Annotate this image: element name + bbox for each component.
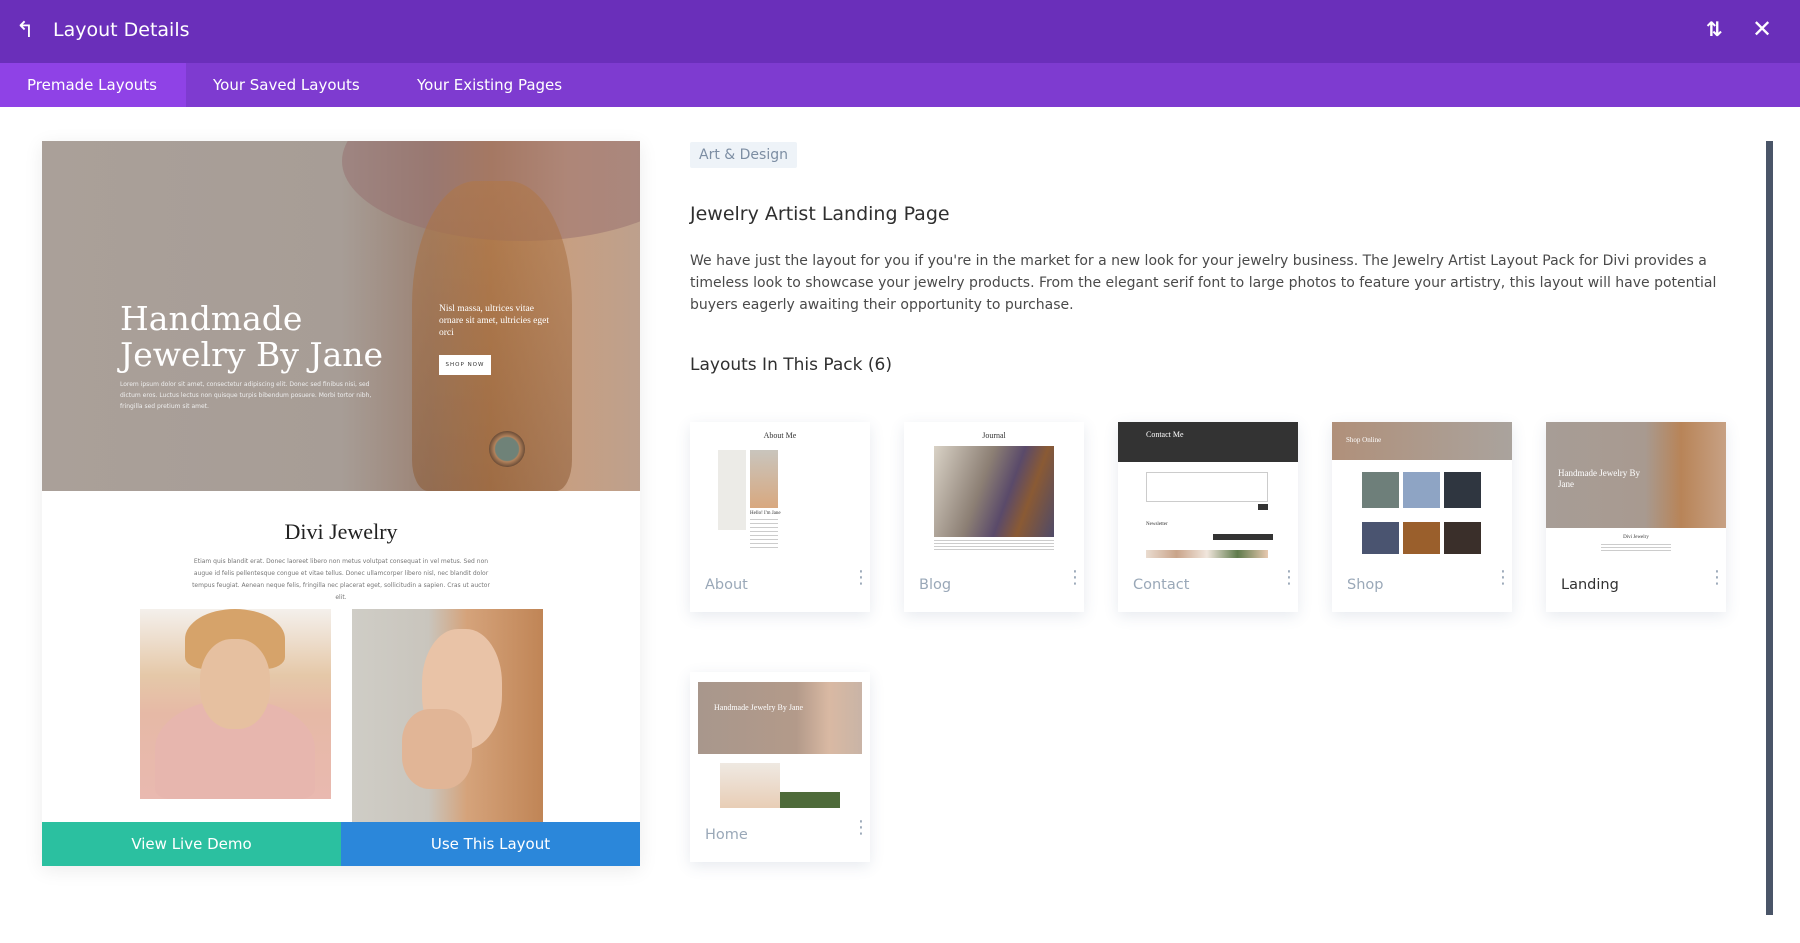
scrollbar[interactable]	[1766, 141, 1773, 915]
tab-bar: Premade Layouts Your Saved Layouts Your …	[0, 63, 1800, 107]
thumb-subtitle: Newsletter	[1146, 522, 1168, 527]
layout-preview: Handmade Jewelry By Jane Lorem ipsum dol…	[42, 141, 640, 866]
thumb-subtitle: Divi Jewelry	[1623, 535, 1649, 540]
layout-title: Jewelry Artist Landing Page	[690, 203, 950, 225]
thumbnail: Handmade Jewelry By Jane Divi Jewelry	[1546, 422, 1726, 558]
thumb-product	[1444, 472, 1481, 508]
thumbnail: Contact Me Newsletter	[1118, 422, 1298, 558]
vertical-dots-icon[interactable]: ⋮	[852, 819, 870, 837]
view-live-demo-button[interactable]: View Live Demo	[42, 822, 341, 866]
layout-card-shop[interactable]: Shop Online Shop ⋮	[1332, 422, 1512, 612]
card-label: Shop	[1347, 577, 1384, 593]
thumb-subtitle: Hello! I'm Jane	[750, 511, 781, 516]
thumb-subscribe	[1213, 534, 1273, 540]
card-label: Blog	[919, 577, 952, 593]
hero-image: Handmade Jewelry By Jane Lorem ipsum dol…	[42, 141, 640, 491]
hand-shape	[402, 709, 472, 789]
layout-card-landing[interactable]: Handmade Jewelry By Jane Divi Jewelry La…	[1546, 422, 1726, 612]
vertical-dots-icon[interactable]: ⋮	[1494, 569, 1512, 587]
thumb-photo	[750, 450, 778, 508]
thumb-form	[1146, 472, 1268, 502]
header-bar: ↰ Layout Details ⇅ ✕	[0, 0, 1800, 63]
layout-card-home[interactable]: Handmade Jewelry By Jane Home ⋮	[690, 672, 870, 862]
thumb-dark-header	[1118, 422, 1298, 462]
tab-saved-layouts[interactable]: Your Saved Layouts	[186, 63, 387, 107]
section-title: Divi Jewelry	[284, 519, 398, 544]
tab-premade-layouts[interactable]: Premade Layouts	[0, 63, 186, 107]
thumb-title: Shop Online	[1346, 436, 1382, 444]
thumb-photo	[934, 446, 1054, 537]
thumb-title: Contact Me	[1146, 430, 1184, 439]
card-label: Home	[705, 827, 748, 843]
ring-shape	[489, 431, 525, 467]
vertical-dots-icon[interactable]: ⋮	[1066, 569, 1084, 587]
thumb-title: Handmade Jewelry By Jane	[1558, 468, 1640, 489]
shop-now-button: SHOP NOW	[439, 355, 491, 375]
thumb-product	[1362, 522, 1399, 554]
thumb-text-lines	[1601, 544, 1671, 552]
card-label: Landing	[1561, 577, 1619, 593]
thumb-title: Journal	[982, 431, 1006, 440]
thumb-photo	[720, 763, 780, 808]
thumb-photo	[780, 792, 840, 808]
pack-title: Layouts In This Pack (6)	[690, 355, 892, 375]
photo-woman-hat	[140, 609, 331, 799]
thumb-product	[1403, 522, 1440, 554]
thumb-strip	[1146, 550, 1268, 558]
thumb-title: About Me	[763, 431, 797, 440]
thumb-hero	[698, 682, 862, 754]
thumbnail: Handmade Jewelry By Jane	[690, 672, 870, 808]
thumb-photo	[718, 450, 746, 530]
tab-existing-pages[interactable]: Your Existing Pages	[390, 63, 589, 107]
thumb-product	[1444, 522, 1481, 554]
thumb-product	[1403, 472, 1440, 508]
thumb-submit	[1258, 504, 1268, 510]
thumbnail: Shop Online	[1332, 422, 1512, 558]
card-label: About	[705, 577, 748, 593]
layout-card-blog[interactable]: Journal Blog ⋮	[904, 422, 1084, 612]
vertical-dots-icon[interactable]: ⋮	[1708, 569, 1726, 587]
page-title: Layout Details	[53, 19, 190, 41]
photo-woman-hand	[352, 609, 543, 822]
thumbnail: Journal	[904, 422, 1084, 558]
hero-side-text: Nisl massa, ultrices vitae ornare sit am…	[439, 304, 549, 338]
back-arrow-icon[interactable]: ↰	[16, 18, 34, 43]
close-icon[interactable]: ✕	[1752, 15, 1772, 43]
thumb-text-lines	[934, 540, 1054, 550]
hero-title: Handmade Jewelry By Jane	[120, 299, 384, 374]
vertical-dots-icon[interactable]: ⋮	[1280, 569, 1298, 587]
sort-arrows-icon[interactable]: ⇅	[1706, 17, 1723, 41]
thumb-product	[1362, 472, 1399, 508]
face-shape	[200, 639, 270, 729]
thumb-text-lines	[750, 519, 778, 551]
layout-description: We have just the layout for you if you'r…	[690, 253, 1717, 313]
section-text: Etiam quis blandit erat. Donec laoreet l…	[192, 558, 490, 601]
category-badge[interactable]: Art & Design	[690, 142, 797, 168]
layout-card-about[interactable]: About Me Hello! I'm Jane About ⋮	[690, 422, 870, 612]
use-this-layout-button[interactable]: Use This Layout	[341, 822, 640, 866]
hero-text: Lorem ipsum dolor sit amet, consectetur …	[120, 381, 372, 410]
thumb-title: Handmade Jewelry By Jane	[714, 703, 804, 712]
layout-card-contact[interactable]: Contact Me Newsletter Contact ⋮	[1118, 422, 1298, 612]
vertical-dots-icon[interactable]: ⋮	[852, 569, 870, 587]
card-label: Contact	[1133, 577, 1190, 593]
thumbnail: About Me Hello! I'm Jane	[690, 422, 870, 558]
